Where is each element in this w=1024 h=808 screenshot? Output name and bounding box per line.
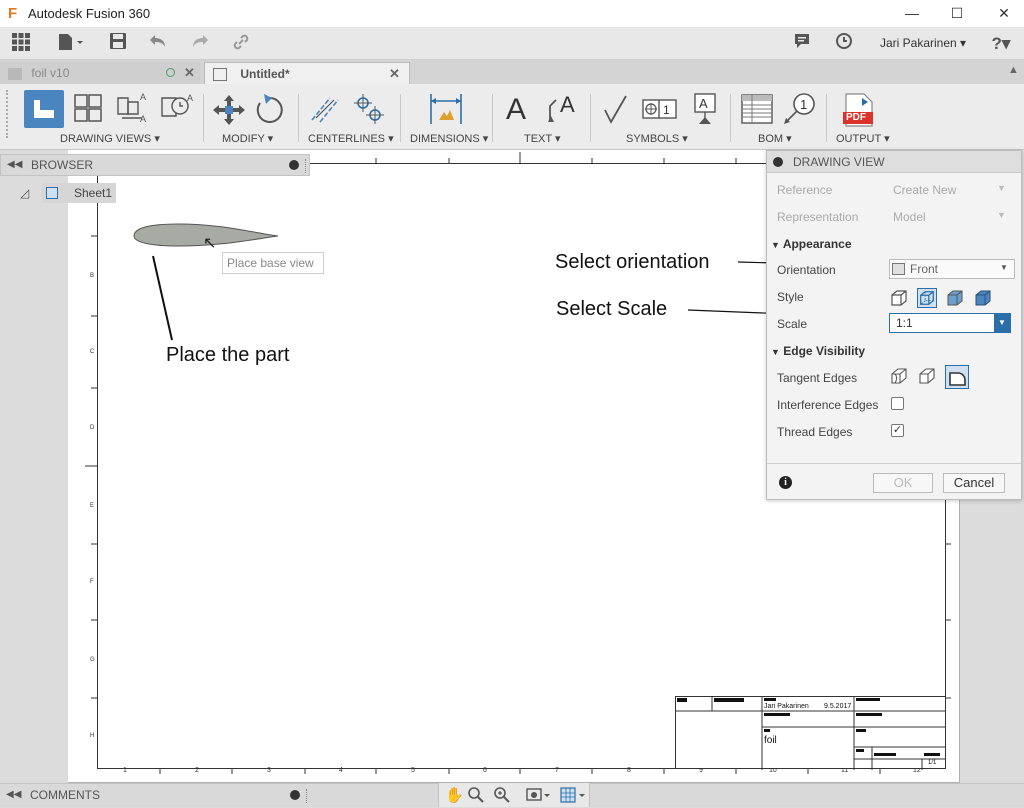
zoom-window-icon[interactable] [467, 785, 485, 805]
collapse-comments-icon[interactable]: ◀◀ [6, 789, 21, 800]
scale-dropdown-icon[interactable]: ▼ [994, 314, 1010, 332]
tangent-off-icon[interactable] [945, 365, 969, 389]
thread-edges-checkbox[interactable]: ✓ [891, 424, 904, 437]
dialog-collapse-icon[interactable] [773, 157, 783, 167]
scale-label: Scale [777, 317, 808, 331]
add-comment-icon[interactable] [290, 790, 300, 800]
orientation-label: Orientation [777, 263, 836, 277]
thread-edges-label: Thread Edges [777, 425, 853, 439]
drawing-view-dialog: DRAWING VIEW Reference Create New ▼ Repr… [766, 150, 1022, 500]
sheet-label: Sheet1 [74, 186, 113, 200]
grid-settings-icon[interactable] [559, 785, 587, 805]
reference-label: Reference [777, 183, 833, 197]
representation-value: Model [893, 210, 926, 224]
sheet-icon [46, 187, 58, 199]
style-label: Style [777, 290, 804, 304]
front-cube-icon [892, 263, 905, 275]
orientation-dropdown-icon: ▼ [1000, 263, 1008, 272]
dialog-title: DRAWING VIEW [793, 155, 885, 169]
dialog-header: DRAWING VIEW [767, 151, 1021, 173]
annotation-select-orientation: Select orientation [555, 251, 710, 273]
browser-panel-header: ◀◀ BROWSER [0, 154, 310, 176]
style-hidden-edges-icon[interactable] [917, 288, 937, 308]
info-icon[interactable]: i [779, 476, 792, 489]
browser-resize-handle[interactable] [305, 159, 307, 173]
browser-minimize-icon[interactable] [289, 160, 299, 170]
display-settings-icon[interactable] [525, 785, 551, 805]
annotation-select-scale: Select Scale [556, 298, 668, 320]
annotation-place-part: Place the part [166, 344, 290, 366]
scale-value: 1:1 [896, 316, 913, 330]
representation-label: Representation [777, 210, 859, 224]
tangent-shortened-icon[interactable] [917, 366, 937, 386]
comments-resize-handle[interactable] [306, 789, 308, 803]
appearance-section-label: Appearance [782, 237, 852, 251]
section-toggle-icon: ▼ [771, 240, 780, 250]
style-shaded-icon[interactable] [945, 288, 965, 308]
reference-dropdown-icon: ▼ [997, 183, 1006, 193]
orientation-value: Front [910, 262, 939, 276]
comments-title: COMMENTS [30, 788, 100, 802]
tree-expand-icon[interactable]: ◿ [20, 186, 29, 200]
scale-select[interactable]: 1:1 ▼ [889, 313, 1011, 333]
reference-value: Create New [893, 183, 957, 197]
edge-visibility-section-label: Edge Visibility [783, 344, 866, 358]
browser-sheet-node[interactable]: Sheet1 [42, 183, 116, 203]
representation-dropdown-icon: ▼ [997, 210, 1006, 220]
edge-visibility-section[interactable]: ▼ Edge Visibility [771, 344, 865, 358]
interference-edges-checkbox[interactable] [891, 397, 904, 410]
appearance-section[interactable]: ▼ Appearance [771, 237, 852, 251]
ok-button[interactable]: OK [873, 473, 933, 493]
tangent-edges-label: Tangent Edges [777, 371, 858, 385]
interference-edges-label: Interference Edges [777, 398, 879, 412]
browser-title: BROWSER [31, 158, 94, 172]
navigation-toolbar: ✋ [438, 783, 590, 807]
collapse-browser-icon[interactable]: ◀◀ [7, 159, 22, 170]
cancel-button[interactable]: Cancel [943, 473, 1005, 493]
section-toggle-icon: ▼ [771, 347, 780, 357]
tangent-full-length-icon[interactable] [889, 366, 909, 386]
style-visible-edges-icon[interactable] [889, 288, 909, 308]
style-shaded-hidden-icon[interactable] [973, 288, 993, 308]
fit-zoom-icon[interactable] [493, 785, 511, 805]
orientation-select[interactable]: Front ▼ [889, 259, 1015, 279]
dialog-footer-divider [767, 463, 1021, 464]
pan-hand-icon[interactable]: ✋ [445, 786, 464, 804]
